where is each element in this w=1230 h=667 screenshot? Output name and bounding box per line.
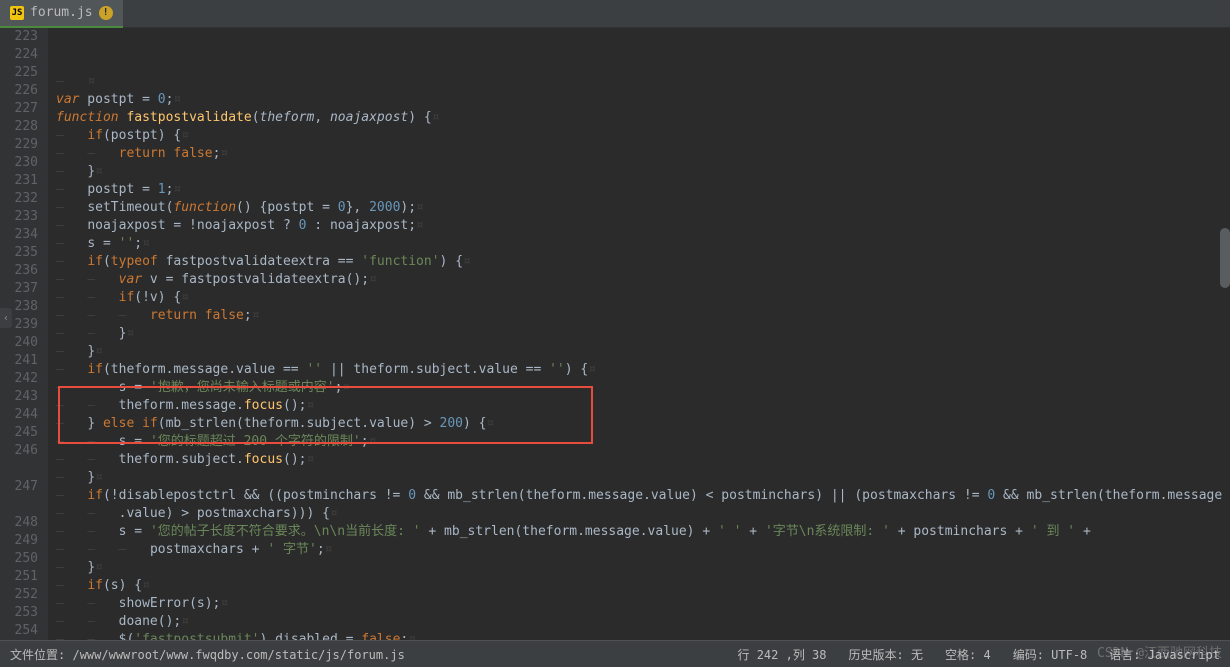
line-number: 252 — [0, 586, 38, 604]
warning-icon: ! — [99, 6, 113, 20]
history-status[interactable]: 历史版本: 无 — [849, 646, 923, 663]
code-line[interactable]: — postpt = 1;¤ — [56, 181, 1230, 199]
line-number: 249 — [0, 532, 38, 550]
line-number: 250 — [0, 550, 38, 568]
line-number: 253 — [0, 604, 38, 622]
code-line[interactable]: — — theform.subject.focus();¤ — [56, 451, 1230, 469]
code-line[interactable]: — — doane();¤ — [56, 613, 1230, 631]
code-line[interactable]: — — var v = fastpostvalidateextra();¤ — [56, 271, 1230, 289]
language-status[interactable]: 语言: Javascript — [1109, 646, 1220, 663]
line-number: 230 — [0, 154, 38, 172]
code-line[interactable]: — noajaxpost = !noajaxpost ? 0 : noajaxp… — [56, 217, 1230, 235]
line-number: 229 — [0, 136, 38, 154]
line-number: 240 — [0, 334, 38, 352]
tab-filename: forum.js — [30, 5, 93, 20]
line-number-gutter: 2232242252262272282292302312322332342352… — [0, 28, 48, 640]
code-line[interactable]: — if(theform.message.value == '' || thef… — [56, 361, 1230, 379]
line-number: 235 — [0, 244, 38, 262]
code-line[interactable]: — if(typeof fastpostvalidateextra == 'fu… — [56, 253, 1230, 271]
code-line[interactable]: — — — postmaxchars + ' 字节';¤ — [56, 541, 1230, 559]
line-number: 242 — [0, 370, 38, 388]
code-line[interactable]: — ¤ — [56, 73, 1230, 91]
code-line[interactable]: — — s = '您的标题超过 200 个字符的限制';¤ — [56, 433, 1230, 451]
code-line[interactable]: — — s = '抱歉，您尚未输入标题或内容';¤ — [56, 379, 1230, 397]
code-line[interactable]: — — if(!v) {¤ — [56, 289, 1230, 307]
indent-status[interactable]: 空格: 4 — [945, 646, 991, 663]
encoding-status[interactable]: 编码: UTF-8 — [1013, 646, 1088, 663]
tab-forum-js[interactable]: JS forum.js ! — [0, 0, 123, 28]
line-number — [0, 496, 38, 514]
code-line[interactable]: — }¤ — [56, 163, 1230, 181]
line-number: 248 — [0, 514, 38, 532]
line-number: 224 — [0, 46, 38, 64]
code-line[interactable]: — }¤ — [56, 559, 1230, 577]
line-number: 223 — [0, 28, 38, 46]
code-line[interactable]: — — }¤ — [56, 325, 1230, 343]
code-line[interactable]: — — — return false;¤ — [56, 307, 1230, 325]
file-path: 文件位置: /www/wwwroot/www.fwqdby.com/static… — [10, 646, 405, 663]
line-number: 246 — [0, 442, 38, 460]
code-line[interactable]: — if(!disablepostctrl && ((postminchars … — [56, 487, 1230, 505]
line-number: 251 — [0, 568, 38, 586]
line-number — [0, 460, 38, 478]
code-line[interactable]: — }¤ — [56, 469, 1230, 487]
tab-bar: JS forum.js ! — [0, 0, 1230, 28]
code-line[interactable]: — — $('fastpostsubmit').disabled = false… — [56, 631, 1230, 640]
line-number: 228 — [0, 118, 38, 136]
code-editor[interactable]: ‹ 22322422522622722822923023123223323423… — [0, 28, 1230, 640]
line-number: 241 — [0, 352, 38, 370]
line-number: 244 — [0, 406, 38, 424]
line-number: 254 — [0, 622, 38, 640]
line-number: 233 — [0, 208, 38, 226]
code-line[interactable]: var postpt = 0;¤ — [56, 91, 1230, 109]
line-number: 243 — [0, 388, 38, 406]
line-number: 227 — [0, 100, 38, 118]
code-line[interactable]: — — return false;¤ — [56, 145, 1230, 163]
code-line[interactable]: — — s = '您的帖子长度不符合要求。\n\n当前长度: ' + mb_st… — [56, 523, 1230, 541]
js-file-icon: JS — [10, 6, 24, 20]
line-number: 226 — [0, 82, 38, 100]
code-line[interactable]: — setTimeout(function() {postpt = 0}, 20… — [56, 199, 1230, 217]
vertical-scrollbar[interactable] — [1220, 228, 1230, 288]
status-bar: 文件位置: /www/wwwroot/www.fwqdby.com/static… — [0, 640, 1230, 667]
line-number: 236 — [0, 262, 38, 280]
code-line[interactable]: — if(postpt) {¤ — [56, 127, 1230, 145]
line-number: 245 — [0, 424, 38, 442]
code-line[interactable]: — if(s) {¤ — [56, 577, 1230, 595]
code-line[interactable]: function fastpostvalidate(theform, noaja… — [56, 109, 1230, 127]
cursor-position[interactable]: 行 242 ,列 38 — [737, 646, 826, 663]
code-line[interactable]: — — showError(s);¤ — [56, 595, 1230, 613]
code-line[interactable]: — — .value) > postmaxchars))) {¤ — [56, 505, 1230, 523]
line-number: 225 — [0, 64, 38, 82]
fold-handle-icon[interactable]: ‹ — [0, 308, 12, 328]
code-line[interactable]: — }¤ — [56, 343, 1230, 361]
code-line[interactable]: — — theform.message.focus();¤ — [56, 397, 1230, 415]
code-line[interactable]: — } else if(mb_strlen(theform.subject.va… — [56, 415, 1230, 433]
line-number: 237 — [0, 280, 38, 298]
line-number: 247 — [0, 478, 38, 496]
line-number: 234 — [0, 226, 38, 244]
line-number: 232 — [0, 190, 38, 208]
code-area[interactable]: — ¤var postpt = 0;¤function fastpostvali… — [48, 28, 1230, 640]
code-line[interactable]: — s = '';¤ — [56, 235, 1230, 253]
line-number: 231 — [0, 172, 38, 190]
